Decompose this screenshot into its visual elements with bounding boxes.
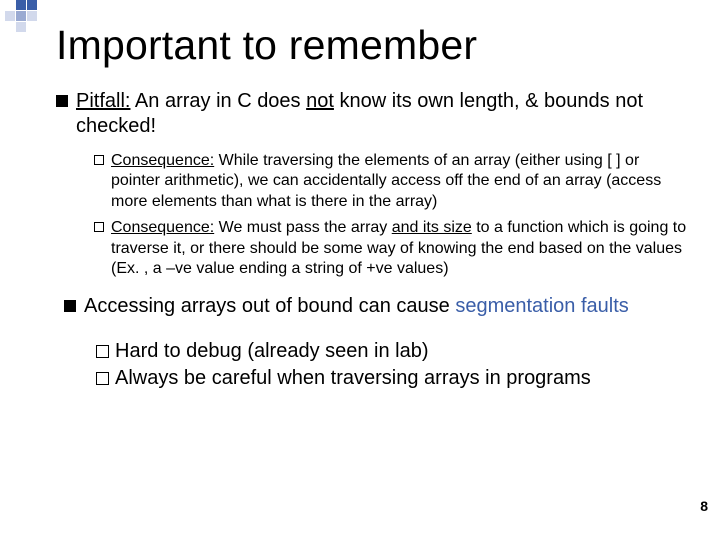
hollow-square-icon xyxy=(94,155,104,165)
consequence-2-text: Consequence: We must pass the array and … xyxy=(111,218,690,279)
consequence-1-label: Consequence: xyxy=(111,152,214,169)
pitfall-label: Pitfall: xyxy=(76,90,130,112)
segfault-pre: Accessing arrays out of bound can cause xyxy=(84,295,455,317)
pitfall-not: not xyxy=(306,90,334,112)
consequence-2-label: Consequence: xyxy=(111,219,214,236)
consequence-1-text: Consequence: While traversing the elemen… xyxy=(111,151,690,212)
consequence-1: Consequence: While traversing the elemen… xyxy=(94,151,690,212)
hollow-square-icon xyxy=(96,372,109,385)
sub-always-careful: Always be careful when traversing arrays… xyxy=(96,366,690,392)
bullet-segfault: Accessing arrays out of bound can cause … xyxy=(56,294,690,319)
consequence-2: Consequence: We must pass the array and … xyxy=(94,218,690,279)
hollow-square-icon xyxy=(94,222,104,232)
consequence-2-u: and its size xyxy=(392,219,472,236)
consequence-group: Consequence: While traversing the elemen… xyxy=(94,151,690,280)
page-number: 8 xyxy=(700,498,708,514)
sub-hard-to-debug: Hard to debug (already seen in lab) xyxy=(96,339,690,365)
bullet-square-icon xyxy=(56,95,68,107)
pitfall-t1: An array in C does xyxy=(130,90,306,112)
sub-always-careful-text: Always be careful when traversing arrays… xyxy=(115,366,690,392)
bullet-segfault-text: Accessing arrays out of bound can cause … xyxy=(84,294,690,319)
segfault-subgroup: Hard to debug (already seen in lab) Alwa… xyxy=(96,339,690,392)
bullet-pitfall: Pitfall: An array in C does not know its… xyxy=(56,89,690,139)
segfault-link: segmentation faults xyxy=(455,295,628,317)
consequence-2-pre: We must pass the array xyxy=(214,219,392,236)
sub-hard-to-debug-text: Hard to debug (already seen in lab) xyxy=(115,339,690,365)
slide-content: Important to remember Pitfall: An array … xyxy=(0,0,720,540)
slide-title: Important to remember xyxy=(56,22,690,69)
hollow-square-icon xyxy=(96,345,109,358)
bullet-pitfall-text: Pitfall: An array in C does not know its… xyxy=(76,89,690,139)
bullet-square-icon xyxy=(64,300,76,312)
